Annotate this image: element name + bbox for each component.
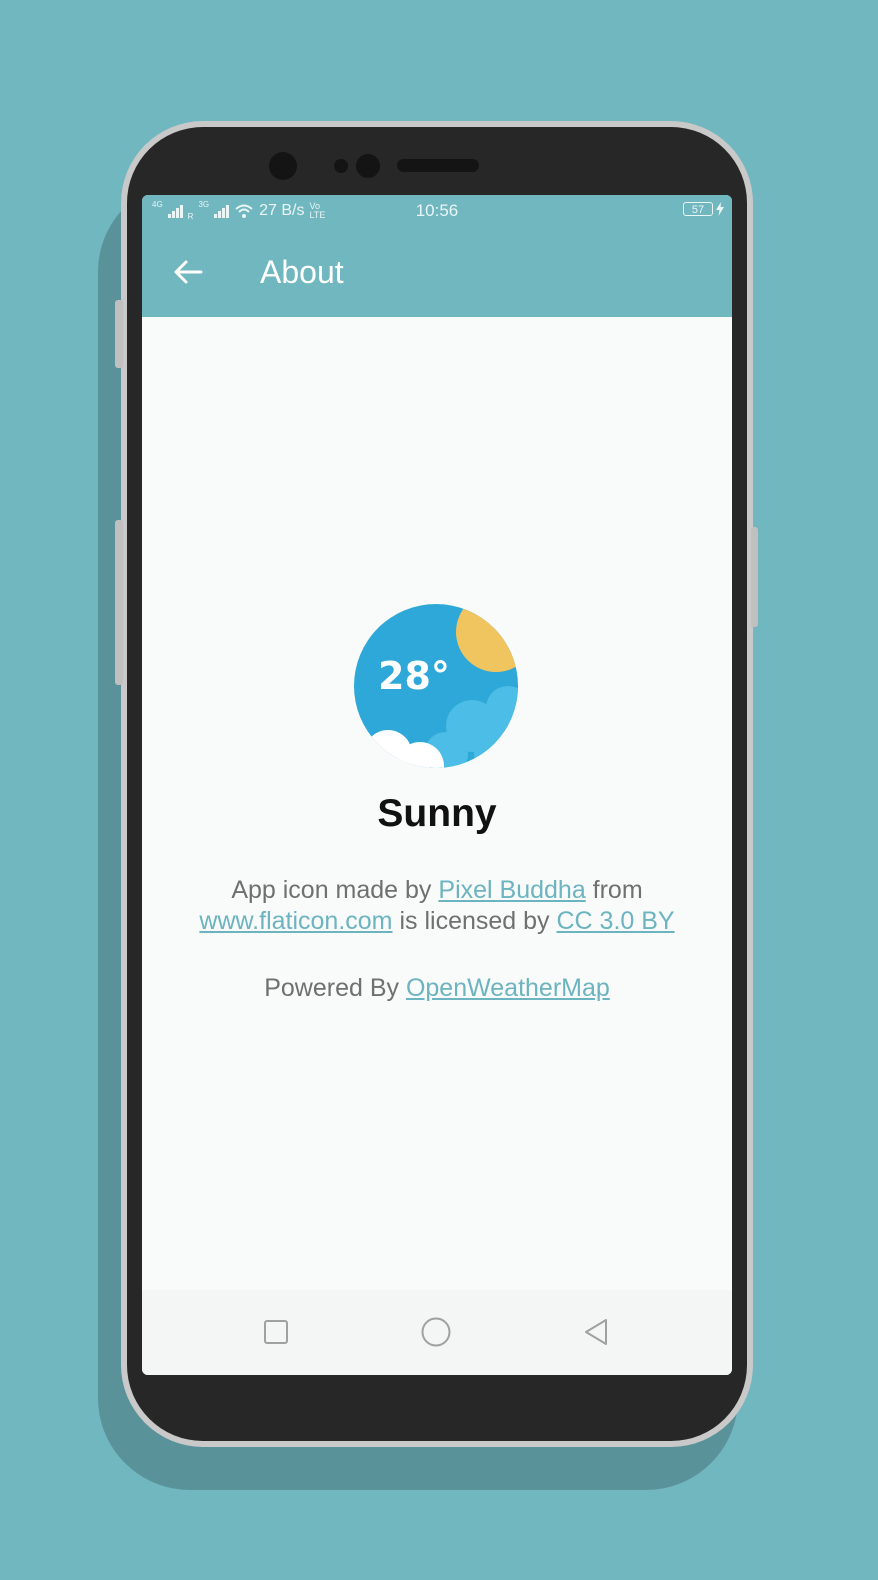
page-title: About xyxy=(260,254,344,290)
home-button[interactable] xyxy=(412,1310,460,1354)
powered-by-text: Powered By OpenWeatherMap xyxy=(264,974,610,1002)
back-button[interactable] xyxy=(166,250,210,294)
nav-back-button[interactable] xyxy=(572,1310,620,1354)
front-camera xyxy=(269,152,297,180)
side-button-lower xyxy=(115,520,123,685)
square-icon xyxy=(264,1320,288,1344)
system-nav-bar xyxy=(142,1290,732,1375)
link-openweathermap[interactable]: OpenWeatherMap xyxy=(406,974,610,1002)
battery-icon: 57 xyxy=(683,202,713,216)
charging-icon xyxy=(716,202,724,216)
weather-app-icon: 28° xyxy=(354,604,518,768)
app-bar: About xyxy=(142,227,732,317)
icon-temperature: 28° xyxy=(378,654,450,698)
sensor-lens xyxy=(356,154,380,178)
status-bar: 4G R 3G 27 B/s Vo LTE 10:56 57 xyxy=(142,195,732,227)
battery-status: 57 xyxy=(683,202,724,216)
recents-button[interactable] xyxy=(252,1310,300,1354)
sensor-dot xyxy=(334,159,348,173)
app-name: Sunny xyxy=(377,792,497,835)
link-flaticon[interactable]: www.flaticon.com xyxy=(199,907,392,935)
credits-text: App icon made by Pixel Buddha from www.f… xyxy=(199,876,675,935)
arrow-left-icon xyxy=(174,260,203,284)
power-button xyxy=(751,527,758,627)
earpiece-speaker xyxy=(397,159,479,172)
link-pixel-buddha[interactable]: Pixel Buddha xyxy=(438,876,585,904)
status-time: 10:56 xyxy=(415,201,459,220)
triangle-back-icon xyxy=(585,1319,607,1345)
link-license[interactable]: CC 3.0 BY xyxy=(556,907,674,935)
side-button-upper xyxy=(115,300,123,368)
phone-screen: 4G R 3G 27 B/s Vo LTE 10:56 57 About 28°… xyxy=(142,195,732,1375)
circle-icon xyxy=(421,1317,451,1347)
